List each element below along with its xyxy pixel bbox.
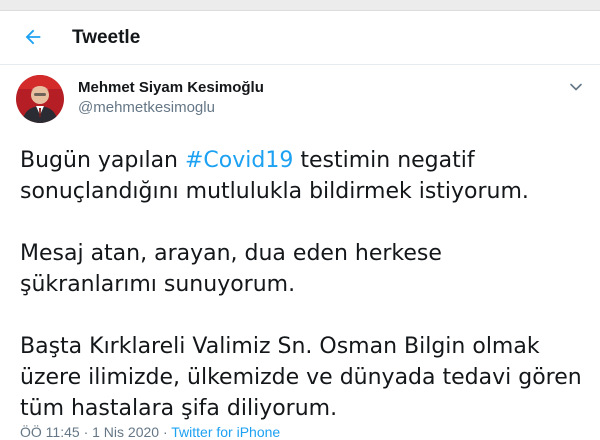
tweet-card: Mehmet Siyam Kesimoğlu @mehmetkesimoglu … bbox=[0, 65, 600, 440]
author-name[interactable]: Mehmet Siyam Kesimoğlu bbox=[78, 79, 264, 96]
chevron-down-icon bbox=[570, 83, 582, 91]
tweet-paragraph-1: Bugün yapılan #Covid19 testimin negatif … bbox=[20, 145, 585, 207]
tweet-paragraph-2: Mesaj atan, arayan, dua eden herkese şük… bbox=[20, 241, 442, 297]
author-avatar[interactable] bbox=[16, 75, 64, 123]
tweet-text: Bugün yapılan #Covid19 testimin negatif … bbox=[20, 145, 585, 424]
tweet-text-segment: Bugün yapılan bbox=[20, 148, 185, 173]
arrow-left-icon bbox=[25, 29, 41, 45]
page-title: Tweetle bbox=[72, 27, 141, 48]
author-handle[interactable]: @mehmetkesimoglu bbox=[78, 99, 215, 116]
browser-top-strip bbox=[0, 0, 600, 11]
back-button[interactable] bbox=[22, 26, 44, 48]
tweet-menu-button[interactable] bbox=[568, 79, 584, 95]
tweet-paragraph-3: Başta Kırklareli Valimiz Sn. Osman Bilgi… bbox=[20, 334, 582, 421]
hashtag-link[interactable]: #Covid19 bbox=[185, 148, 293, 173]
page-header: Tweetle bbox=[0, 11, 600, 65]
avatar-image bbox=[16, 75, 64, 123]
